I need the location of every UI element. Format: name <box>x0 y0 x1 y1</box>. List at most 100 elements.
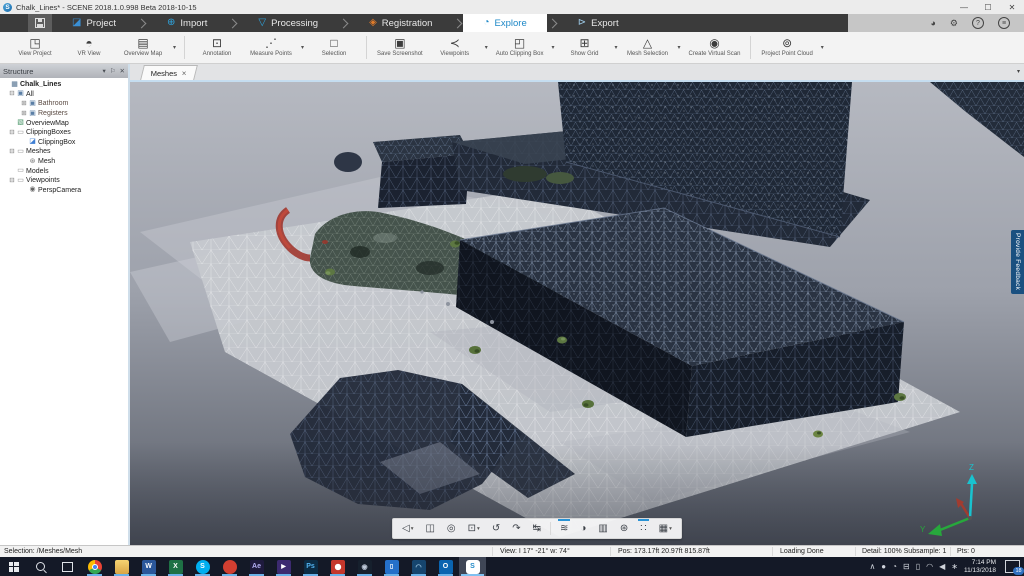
viewpoints-dropdown-icon[interactable]: ▾ <box>485 44 488 51</box>
ribbon-tab-registration[interactable]: ◈ Registration <box>349 14 452 32</box>
expand-view-button[interactable]: ∷ <box>634 519 652 538</box>
mesh-selection-dropdown-icon[interactable]: ▾ <box>677 44 680 51</box>
expander-icon[interactable]: ⊞ <box>20 100 28 108</box>
help-icon[interactable]: ? <box>972 17 984 29</box>
expander-icon[interactable]: ⊟ <box>8 129 16 137</box>
dropdown-caret-icon[interactable]: ▾ <box>411 526 414 532</box>
tray-app-icon[interactable]: ● <box>881 562 886 571</box>
auto-clipping-box-button[interactable]: ◰ Auto Clipping Box <box>491 32 549 63</box>
viewpoints-button[interactable]: ≺ Viewpoints <box>428 32 482 63</box>
rotate-ccw-button[interactable]: ↷ <box>506 519 526 538</box>
dropdown-caret-icon[interactable]: ▾ <box>669 526 672 532</box>
panel-close-icon[interactable]: ✕ <box>120 67 125 75</box>
color-mode-button[interactable]: ≋ <box>554 519 574 538</box>
mesh-selection-button[interactable]: △ Mesh Selection <box>620 32 674 63</box>
taskbar-phone-app[interactable]: ▯ <box>378 557 405 576</box>
doc-tab-meshes[interactable]: Meshes × <box>140 65 198 80</box>
tree-item-mesh[interactable]: ⊛ Mesh <box>0 157 128 167</box>
taskbar-clock[interactable]: 7:14 PM 11/13/2018 <box>964 559 996 575</box>
taskbar-word[interactable]: W <box>135 557 162 576</box>
tree-item-registers[interactable]: ⊞ ▣ Registers <box>0 109 128 119</box>
start-button[interactable] <box>0 557 27 576</box>
feedback-icon[interactable]: ≡ <box>998 17 1010 29</box>
tray-app-icon[interactable]: ∗ <box>951 562 958 571</box>
ribbon-tab-import[interactable]: ⊕ Import <box>147 14 227 32</box>
expander-icon[interactable]: ⊟ <box>8 90 16 98</box>
taskbar-red-app[interactable] <box>216 557 243 576</box>
taskbar-skype[interactable]: S <box>189 557 216 576</box>
select-tool-button[interactable]: ◁▾ <box>396 519 419 538</box>
view-project-button[interactable]: ◳ View Project <box>8 32 62 63</box>
task-view-button[interactable] <box>54 557 81 576</box>
expander-icon[interactable]: ⊟ <box>8 177 16 185</box>
overview-map-dropdown-icon[interactable]: ▾ <box>173 44 176 51</box>
taskbar-media-app[interactable] <box>324 557 351 576</box>
ribbon-tab-export[interactable]: ⊳ Export <box>558 14 639 32</box>
tree-item-clippingboxes[interactable]: ⊟ ▭ ClippingBoxes <box>0 128 128 138</box>
grid-options-button[interactable]: ▦▾ <box>653 519 678 538</box>
taskbar-photoshop[interactable]: Ps <box>297 557 324 576</box>
auto-clipping-box-dropdown-icon[interactable]: ▾ <box>551 44 554 51</box>
close-tab-icon[interactable]: × <box>182 69 187 78</box>
taskbar-excel[interactable]: X <box>162 557 189 576</box>
measure-points-button[interactable]: ⋰ Measure Points <box>244 32 298 63</box>
save-screenshot-button[interactable]: ▣ Save Screenshot <box>372 32 428 63</box>
provide-feedback-tab[interactable]: Provide Feedback <box>1011 230 1024 294</box>
project-point-cloud-button[interactable]: ⊚ Project Point Cloud <box>756 32 817 63</box>
expander-icon[interactable]: ⊟ <box>8 148 16 156</box>
taskbar-steam[interactable]: ◉ <box>351 557 378 576</box>
histogram-button[interactable]: ▥ <box>592 519 613 538</box>
zoom-tool-button[interactable]: ◎ <box>441 519 462 538</box>
action-center-icon[interactable]: 18 <box>1005 560 1020 573</box>
tree-item-clippingbox[interactable]: ◪ ClippingBox <box>0 138 128 148</box>
project-point-cloud-dropdown-icon[interactable]: ▾ <box>821 44 824 51</box>
orbit-tool-button[interactable]: ↺ <box>486 519 506 538</box>
measure-points-dropdown-icon[interactable]: ▾ <box>301 44 304 51</box>
taskbar-chrome[interactable] <box>81 557 108 576</box>
close-button[interactable]: ✕ <box>1000 0 1024 14</box>
search-button[interactable] <box>27 557 54 576</box>
viewport-3d-scene[interactable]: Z Y <box>130 82 1024 547</box>
view-cube-button[interactable]: ⊡▾ <box>462 519 486 538</box>
sphere-view-button[interactable]: ⊛ <box>614 519 634 538</box>
ribbon-tab-processing[interactable]: ▽ Processing <box>238 14 338 32</box>
hidden-icons-chevron[interactable]: ∧ <box>869 562 875 571</box>
rotate-cw-button[interactable]: ↹ <box>527 519 547 538</box>
cast-icon[interactable]: ⊟ <box>903 562 910 571</box>
minimize-button[interactable]: — <box>952 0 976 14</box>
taskbar-video-app[interactable]: ▶ <box>270 557 297 576</box>
phone-icon[interactable]: ▯ <box>916 562 920 571</box>
settings-gear-icon[interactable]: ⚙ <box>950 19 958 28</box>
taskbar-browser-app[interactable]: ◠ <box>405 557 432 576</box>
dropdown-caret-icon[interactable]: ▾ <box>477 526 480 532</box>
viewport-3d[interactable]: Z Y ◁▾ ◫ ◎ ⊡▾ ↺ ↷ ↹ ≋ ◑ ▥ ⊛ <box>130 82 1024 545</box>
tree-item-meshes[interactable]: ⊟ ▭ Meshes <box>0 147 128 157</box>
contrast-mode-button[interactable]: ◑ <box>574 519 592 538</box>
expander-icon[interactable]: ⊞ <box>20 110 28 118</box>
tree-item-viewpoints[interactable]: ⊟ ▭ Viewpoints <box>0 176 128 186</box>
volume-icon[interactable]: ◀ <box>939 562 945 571</box>
vr-view-button[interactable]: ◓ VR View <box>62 32 116 63</box>
tree-item-perspcamera[interactable]: ◉ PerspCamera <box>0 186 128 196</box>
tree-item-chalk-lines[interactable]: ▦ Chalk_Lines <box>0 80 128 90</box>
panel-collapse-icon[interactable]: ▾ <box>102 67 105 75</box>
ribbon-tab-explore[interactable]: ◔ Explore <box>463 14 546 32</box>
show-grid-button[interactable]: ⊞ Show Grid <box>557 32 611 63</box>
taskbar-file-explorer[interactable] <box>108 557 135 576</box>
taskbar-after-effects[interactable]: Ae <box>243 557 270 576</box>
taskbar-outlook[interactable]: O <box>432 557 459 576</box>
panel-pin-icon[interactable]: ⚐ <box>110 67 116 75</box>
maximize-button[interactable]: ☐ <box>976 0 1000 14</box>
pan-tool-button[interactable]: ◫ <box>419 519 440 538</box>
selection-button[interactable]: □ Selection <box>307 32 361 63</box>
sync-icon[interactable]: ◕ <box>930 19 935 28</box>
tray-app-icon[interactable]: ◔ <box>892 562 897 571</box>
save-project-button[interactable] <box>28 14 52 32</box>
show-grid-dropdown-icon[interactable]: ▾ <box>614 44 617 51</box>
ribbon-tab-project[interactable]: ◪ Project <box>52 14 136 32</box>
overview-map-button[interactable]: ▤ Overview Map <box>116 32 170 63</box>
network-icon[interactable]: ◠ <box>926 562 933 571</box>
tree-item-all[interactable]: ⊟ ▣ All <box>0 90 128 100</box>
annotation-button[interactable]: ⊡ Annotation <box>190 32 244 63</box>
tree-item-overviewmap[interactable]: ▧ OverviewMap <box>0 118 128 128</box>
